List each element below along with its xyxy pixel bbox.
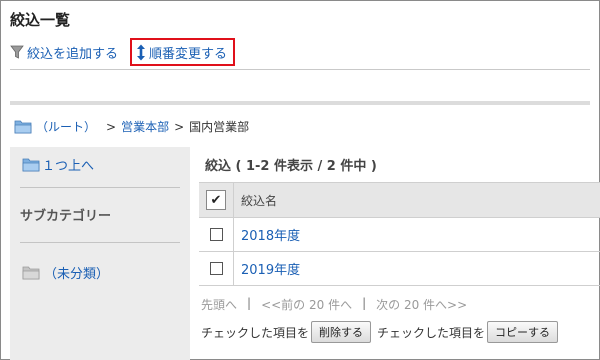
filter-list-heading: 絞込 ( 1-2 件表示 / 2 件中 ) [205, 159, 377, 174]
change-order-label: 順番変更する [149, 46, 228, 62]
bulk-actions: チェックした項目を 削除する チェックした項目を コピーする [201, 321, 564, 343]
bulk-label-delete: チェックした項目を [201, 325, 310, 340]
parent-category-link[interactable]: １つ上へ [22, 155, 94, 174]
subcategory-heading: サブカテゴリー [20, 209, 112, 224]
pager-separator: | [362, 296, 367, 310]
category-sidebar: １つ上へ サブカテゴリー （未分類） [10, 147, 190, 360]
toolbar-divider [10, 69, 590, 70]
breadcrumb-root[interactable]: （ルート） [36, 118, 96, 135]
pagination: 先頭へ | <<前の 20 件へ | 次の 20 件へ>> [201, 296, 467, 313]
row-checkbox-cell [199, 251, 234, 286]
folder-up-icon [22, 158, 40, 172]
breadcrumb-separator: > [106, 119, 117, 134]
breadcrumb-current: 国内営業部 [189, 120, 250, 134]
filter-icon [10, 45, 24, 59]
pager-first: 先頭へ [201, 298, 238, 312]
pager-next: 次の 20 件へ>> [376, 298, 468, 312]
sidebar-divider [20, 242, 180, 243]
breadcrumb-separator: > [174, 119, 185, 134]
add-filter-label: 絞込を追加する [27, 46, 119, 62]
folder-icon [14, 120, 32, 134]
uncategorized-label: （未分類） [44, 267, 110, 282]
column-header-name: 絞込名 [233, 182, 600, 218]
toolbar: 絞込を追加する 順番変更する [10, 38, 236, 66]
row-name-cell: 2019年度 [233, 251, 600, 286]
sidebar-divider [20, 187, 180, 188]
pager-separator: | [247, 296, 252, 310]
row-checkbox[interactable] [209, 228, 223, 241]
folder-grey-icon [22, 266, 40, 280]
header-checkbox-cell: ✔ [199, 182, 234, 218]
row-checkbox-cell [199, 217, 234, 252]
filter-table: ✔ 絞込名 2018年度 2019年度 [199, 182, 600, 286]
section-divider [10, 101, 590, 105]
table-row: 2019年度 [199, 251, 600, 286]
delete-button[interactable]: 削除する [311, 321, 372, 343]
parent-category-label: １つ上へ [42, 159, 95, 174]
row-name-cell: 2018年度 [233, 217, 600, 252]
filter-name-link[interactable]: 2019年度 [241, 263, 300, 278]
table-header-row: ✔ 絞込名 [199, 182, 600, 218]
change-order-link[interactable]: 順番変更する [130, 38, 236, 66]
copy-button[interactable]: コピーする [487, 321, 559, 343]
page-title: 絞込一覧 [10, 11, 71, 29]
uncategorized-link[interactable]: （未分類） [22, 263, 109, 282]
pager-prev: <<前の 20 件へ [261, 298, 353, 312]
breadcrumb: （ルート） > 営業本部 > 国内営業部 [14, 118, 249, 135]
bulk-label-copy: チェックした項目を [377, 325, 486, 340]
filter-name-link[interactable]: 2018年度 [241, 229, 300, 244]
checkmark-icon: ✔ [210, 192, 222, 208]
add-filter-link[interactable]: 絞込を追加する [10, 43, 118, 62]
row-checkbox[interactable] [209, 262, 223, 275]
select-all-checkbox[interactable]: ✔ [206, 190, 226, 210]
table-row: 2018年度 [199, 217, 600, 252]
breadcrumb-level1[interactable]: 営業本部 [121, 118, 169, 135]
sort-arrows-icon [137, 44, 146, 60]
